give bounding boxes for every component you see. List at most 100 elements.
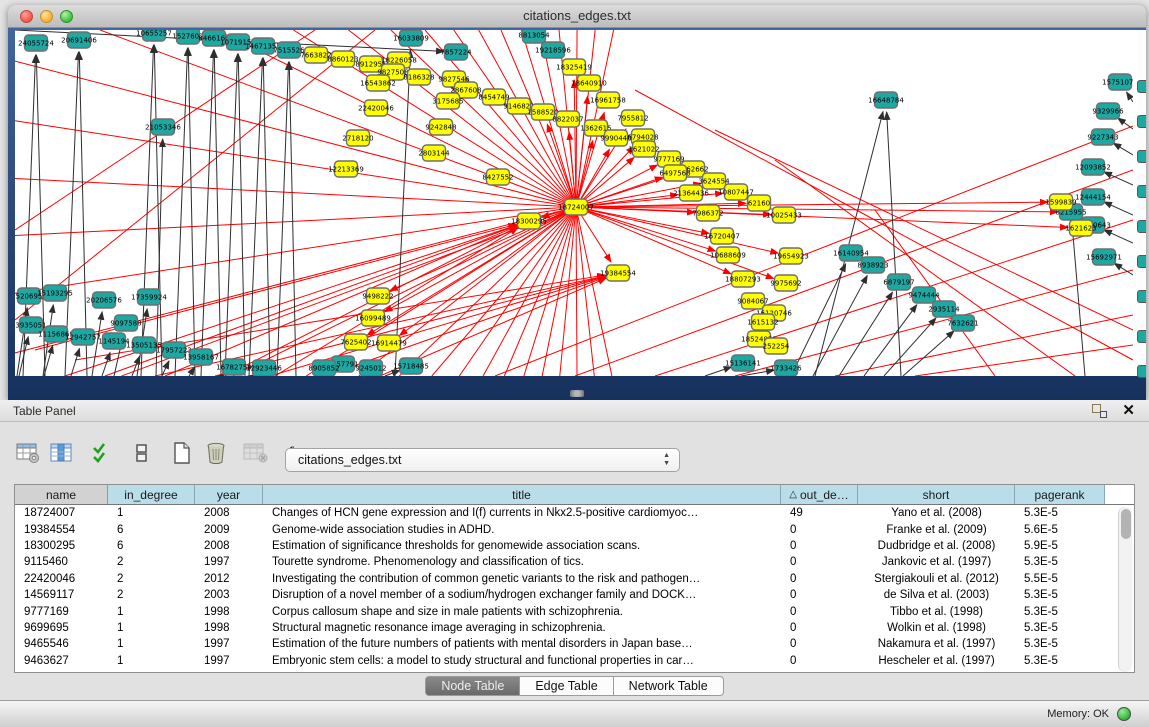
graph-node[interactable]: 1621623 — [1065, 220, 1096, 236]
table-row[interactable]: 1872400712008Changes of HCN gene express… — [15, 505, 1134, 521]
vertical-scrollbar[interactable] — [1118, 507, 1132, 672]
column-header-in_degree[interactable]: in_degree — [108, 485, 195, 504]
column-header-title[interactable]: title — [263, 485, 781, 504]
graph-node[interactable]: 9329966 — [1092, 103, 1124, 119]
graph-node[interactable]: 9097588 — [110, 315, 141, 331]
graph-node[interactable]: 2803144 — [418, 145, 450, 161]
graph-edge — [225, 54, 238, 376]
create-column-icon[interactable] — [168, 439, 196, 467]
graph-node[interactable]: 7632621 — [947, 315, 978, 331]
network-view-canvas[interactable]: 2405572420691406106552571527602846616010… — [15, 30, 1139, 376]
graph-node-label: 16648784 — [868, 97, 904, 105]
graph-node[interactable]: 8813054 — [518, 30, 550, 43]
table-cell: Embryonic stem cells: a model to study s… — [263, 655, 781, 667]
close-panel-icon[interactable]: ✕ — [1122, 401, 1135, 419]
tab-network-table[interactable]: Network Table — [614, 676, 724, 696]
table-row[interactable]: 1830029562008Estimation of significance … — [15, 538, 1134, 554]
column-header-year[interactable]: year — [195, 485, 263, 504]
column-header-name[interactable]: name — [15, 485, 108, 504]
graph-edge — [884, 318, 936, 376]
show-columns-icon[interactable] — [48, 439, 76, 467]
table-row[interactable]: 946362711997Embryonic stem cells: a mode… — [15, 653, 1134, 669]
graph-node[interactable]: 9245012 — [355, 360, 386, 376]
graph-node-label: 19384554 — [600, 270, 636, 278]
table-row[interactable]: 1456911722003Disruption of a novel membe… — [15, 587, 1134, 603]
graph-node[interactable]: 9227343 — [1087, 129, 1118, 145]
table-mode-icon[interactable] — [14, 439, 42, 467]
graph-node[interactable]: 20206576 — [86, 292, 122, 308]
table-row[interactable]: 977716911998Corpus callosum shape and si… — [15, 603, 1134, 619]
graph-edge — [233, 207, 576, 376]
graph-node[interactable]: 7625402 — [340, 334, 371, 350]
graph-node[interactable]: 20691406 — [61, 32, 97, 48]
graph-node[interactable]: 1733426 — [770, 360, 802, 376]
graph-node[interactable]: 19218596 — [535, 42, 571, 58]
graph-node[interactable]: 8905852 — [308, 360, 339, 376]
delete-table-icon[interactable] — [242, 439, 270, 467]
graph-node[interactable]: 8822037 — [552, 111, 583, 127]
graph-node-label: 8938923 — [857, 262, 888, 270]
graph-node[interactable]: 8860123 — [327, 51, 358, 67]
table-cell: 22420046 — [15, 573, 108, 585]
graph-node[interactable]: 6497568 — [659, 165, 690, 181]
graph-node[interactable]: 1599839 — [1045, 194, 1076, 210]
column-header-out_de[interactable]: △out_de… — [781, 485, 858, 504]
graph-node[interactable]: 2718120 — [342, 130, 373, 146]
graph-node-label: 10025433 — [766, 212, 802, 220]
window-titlebar[interactable]: citations_edges.txt — [8, 5, 1146, 28]
graph-node[interactable]: 8427552 — [482, 169, 513, 185]
table-row[interactable]: 946554611997Estimation of the future num… — [15, 636, 1134, 652]
graph-node[interactable]: 24055724 — [18, 35, 54, 51]
graph-node[interactable]: 19654923 — [773, 248, 809, 264]
table-row[interactable]: 911546021997Tourette syndrome. Phenomeno… — [15, 554, 1134, 570]
table-cell: 5.3E-5 — [1015, 606, 1105, 618]
graph-node[interactable]: 16033809 — [393, 30, 429, 46]
graph-node-label: 7625402 — [340, 339, 371, 347]
tab-node-table[interactable]: Node Table — [425, 676, 520, 696]
graph-node[interactable]: 7986372 — [692, 205, 723, 221]
graph-node-label: 1599839 — [1045, 199, 1076, 207]
graph-node[interactable]: 16961758 — [590, 92, 626, 108]
panel-divider-handle[interactable] — [570, 390, 584, 397]
graph-node-label: 10688609 — [710, 252, 746, 260]
graph-node[interactable]: 15136141 — [725, 355, 761, 371]
table-row[interactable]: 2242004622012Investigating the contribut… — [15, 571, 1134, 587]
graph-node[interactable]: 16720407 — [704, 228, 740, 244]
background-node-chip — [1137, 150, 1146, 163]
graph-node[interactable]: 7955812 — [617, 110, 648, 126]
delete-column-icon[interactable] — [202, 439, 230, 467]
graph-node[interactable]: 9498222 — [362, 288, 393, 304]
network-graph[interactable]: 2405572420691406106552571527602846616010… — [15, 30, 1133, 376]
row-height-icon[interactable] — [128, 439, 156, 467]
graph-node[interactable]: 9242848 — [425, 119, 456, 135]
graph-node[interactable]: 8938923 — [857, 257, 888, 273]
column-header-short[interactable]: short — [858, 485, 1015, 504]
graph-node[interactable]: 10655257 — [136, 30, 172, 41]
graph-node[interactable]: 15718485 — [393, 358, 429, 374]
graph-node[interactable]: 9975692 — [770, 275, 801, 291]
table-row[interactable]: 969969511998Structural magnetic resonanc… — [15, 620, 1134, 636]
graph-node[interactable]: 3175685 — [432, 93, 463, 109]
graph-node[interactable]: 252254 — [763, 338, 790, 354]
table-cell: Jankovic et al. (1997) — [858, 556, 1015, 568]
graph-node[interactable]: 15692971 — [1086, 249, 1122, 265]
graph-node[interactable]: 8186328 — [403, 69, 434, 85]
graph-node[interactable]: 15751074 — [1102, 74, 1133, 90]
graph-node[interactable]: 62160 — [748, 195, 771, 211]
graph-node[interactable]: 12213369 — [328, 161, 364, 177]
selection-mode-icon[interactable] — [88, 439, 116, 467]
graph-node[interactable]: 1615132 — [747, 314, 778, 330]
float-panel-icon[interactable] — [1092, 404, 1107, 418]
table-row[interactable]: 1938455462009Genome-wide association stu… — [15, 521, 1134, 537]
column-header-pagerank[interactable]: pagerank — [1015, 485, 1105, 504]
scrollbar-thumb[interactable] — [1121, 509, 1131, 539]
graph-node[interactable]: 7857224 — [440, 44, 472, 60]
table-cell: 2009 — [195, 524, 263, 536]
graph-node[interactable]: 10688609 — [710, 247, 746, 263]
graph-node[interactable]: 6879197 — [883, 274, 914, 290]
graph-edge — [815, 112, 883, 376]
graph-node[interactable]: 17359924 — [131, 289, 167, 305]
tab-edge-table[interactable]: Edge Table — [520, 676, 613, 696]
table-selector-dropdown[interactable]: citations_edges.txt ▲▼ — [285, 448, 680, 472]
graph-node[interactable]: 16648784 — [868, 92, 904, 108]
